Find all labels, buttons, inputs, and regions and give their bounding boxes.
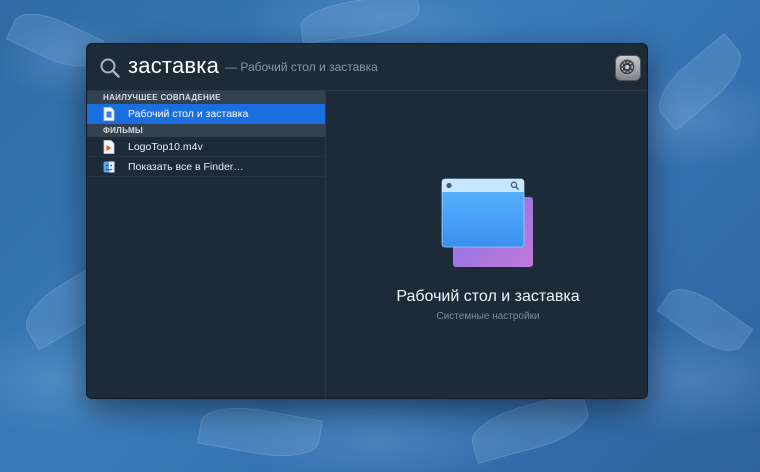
- prefs-document-icon: [103, 106, 115, 121]
- wallpaper-leaf: [656, 277, 754, 363]
- finder-icon: [103, 161, 115, 172]
- search-input[interactable]: заставка — Рабочий стол и заставка: [128, 53, 378, 79]
- system-preferences-icon[interactable]: [615, 55, 641, 81]
- movie-file-icon: [103, 139, 115, 154]
- search-autocomplete-hint: — Рабочий стол и заставка: [225, 60, 378, 75]
- results-list: НАИЛУЧШЕЕ СОВПАДЕНИЕ Рабочий стол и заст…: [87, 91, 326, 398]
- preview-subtitle: Системные настройки: [436, 311, 540, 322]
- wallpaper-leaf: [466, 390, 594, 464]
- wallpaper-leaf: [647, 33, 753, 131]
- result-item-show-all-in-finder[interactable]: Показать все в Finder…: [87, 157, 325, 177]
- result-item-logotop10[interactable]: LogoTop10.m4v: [87, 137, 325, 157]
- search-bar[interactable]: заставка — Рабочий стол и заставка: [87, 44, 647, 91]
- preview-title: Рабочий стол и заставка: [396, 288, 580, 305]
- result-item-desktop-screensaver[interactable]: Рабочий стол и заставка: [87, 104, 325, 124]
- search-query[interactable]: заставка: [128, 53, 219, 78]
- section-header-best-match: НАИЛУЧШЕЕ СОВПАДЕНИЕ: [87, 91, 325, 104]
- wallpaper-leaf: [197, 399, 323, 465]
- spotlight-window: заставка — Рабочий стол и заставка НАИЛУЧ…: [86, 43, 648, 399]
- section-header-movies: ФИЛЬМЫ: [87, 124, 325, 137]
- result-label: Показать все в Finder…: [128, 160, 244, 173]
- wallpaper-leaf: [298, 0, 422, 45]
- search-icon: [100, 58, 120, 78]
- result-label: LogoTop10.m4v: [128, 140, 203, 153]
- result-label: Рабочий стол и заставка: [128, 107, 249, 120]
- desktop-screensaver-icon: [441, 178, 533, 267]
- preview-pane: Рабочий стол и заставка Системные настро…: [327, 91, 647, 398]
